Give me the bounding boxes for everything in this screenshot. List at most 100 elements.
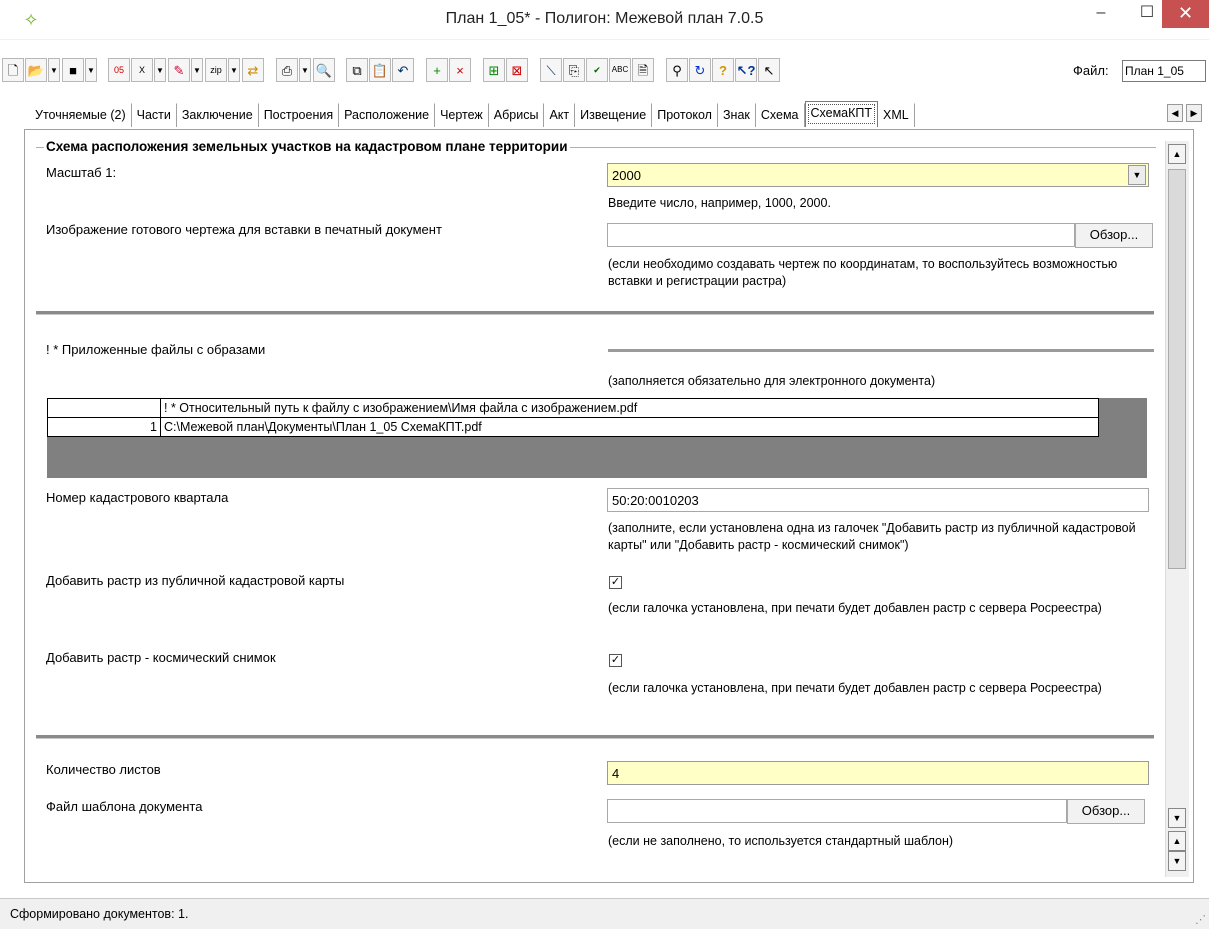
vertical-scrollbar[interactable]: ▲ ▼ ▲ ▼ xyxy=(1165,141,1189,877)
template-label: Файл шаблона документа xyxy=(46,799,203,814)
new-icon[interactable]: 🗋 xyxy=(2,58,24,82)
add-part-icon[interactable]: ⊞ xyxy=(483,58,505,82)
cadastral-number-field[interactable]: 50:20:0010203 xyxy=(607,488,1149,512)
scroll-down-icon[interactable]: ▼ xyxy=(1168,808,1186,828)
table-row[interactable]: 1 C:\Межевой план\Документы\План 1_05 Сх… xyxy=(47,417,1099,437)
tab-bar: Уточняемые (2) Части Заключение Построения Р… xyxy=(30,101,915,129)
scroll-page-down-icon[interactable]: ▼ xyxy=(1168,851,1186,871)
chevron-down-icon[interactable]: ▼ xyxy=(1128,165,1146,185)
group-title: Схема расположения земельных участков на… xyxy=(44,139,570,154)
tab-scroll-left-icon[interactable]: ◀ xyxy=(1167,104,1183,122)
image-hint: (если необходимо создавать чертеж по коо… xyxy=(608,257,1118,288)
xml-icon[interactable]: X xyxy=(131,58,153,82)
separator xyxy=(36,735,1154,739)
tab-5[interactable]: Расположение xyxy=(339,103,436,127)
separator xyxy=(36,311,1154,315)
window-title: План 1_05* - Полигон: Межевой план 7.0.5 xyxy=(445,10,764,27)
template-browse-button[interactable]: Обзор... xyxy=(1067,799,1145,824)
attached-files-separator xyxy=(608,349,1154,352)
cadastral-label: Номер кадастрового квартала xyxy=(46,490,229,505)
tab-6[interactable]: Чертеж xyxy=(435,103,489,127)
satellite-hint: (если галочка установлена, при печати бу… xyxy=(608,681,1102,695)
refresh-icon[interactable]: ↻ xyxy=(689,58,711,82)
zip-dropdown-icon[interactable]: ▼ xyxy=(228,58,240,82)
print-dropdown-icon[interactable]: ▼ xyxy=(299,58,311,82)
template-hint: (если не заполнено, то используется стан… xyxy=(608,834,954,848)
attached-files-grid[interactable]: ! * Относительный путь к файлу с изображ… xyxy=(47,398,1147,478)
line-icon[interactable]: ⟍ xyxy=(540,58,562,82)
tab-2[interactable]: Части xyxy=(131,103,177,127)
minimize-button[interactable]: – xyxy=(1078,0,1124,28)
sheets-count-field[interactable]: 4 xyxy=(607,761,1149,785)
context-help-icon[interactable]: ↖? xyxy=(735,58,757,82)
file-label: Файл: xyxy=(1073,63,1109,78)
save-icon[interactable]: ■ xyxy=(62,58,84,82)
pkk-hint: (если галочка установлена, при печати бу… xyxy=(608,601,1102,615)
tab-7[interactable]: Абрисы xyxy=(488,103,545,127)
satellite-label: Добавить растр - космический снимок xyxy=(46,650,276,665)
save-dropdown-icon[interactable]: ▼ xyxy=(85,58,97,82)
attached-files-label: ! * Приложенные файлы с образами xyxy=(46,342,266,357)
zip-icon[interactable]: zip xyxy=(205,58,227,82)
delete-icon[interactable]: × xyxy=(449,58,471,82)
grid-cell-path[interactable]: C:\Межевой план\Документы\План 1_05 Схем… xyxy=(160,417,1099,437)
copy-doc-icon[interactable]: ⎘ xyxy=(563,58,585,82)
tab-scroll-right-icon[interactable]: ▶ xyxy=(1186,104,1202,122)
grid-header-row: ! * Относительный путь к файлу с изображ… xyxy=(47,398,1099,418)
preview-icon[interactable]: 🔍 xyxy=(313,58,335,82)
tab-11[interactable]: Знак xyxy=(717,103,756,127)
image-label: Изображение готового чертежа для вставки… xyxy=(46,222,442,237)
tab-4[interactable]: Построения xyxy=(258,103,340,127)
spell-icon[interactable]: ABC xyxy=(609,58,631,82)
document-icon[interactable]: 🗎 xyxy=(632,58,654,82)
status-text: Сформировано документов: 1. xyxy=(10,907,189,921)
tab-14[interactable]: XML xyxy=(878,103,915,127)
sheets-label: Количество листов xyxy=(46,762,161,777)
swap-icon[interactable]: ⇄ xyxy=(242,58,264,82)
file-name-field[interactable]: План 1_05 xyxy=(1122,60,1206,82)
grid-row-number: 1 xyxy=(47,417,161,437)
scroll-thumb[interactable] xyxy=(1168,169,1186,569)
pointer-icon[interactable]: ↖ xyxy=(758,58,780,82)
tab-8[interactable]: Акт xyxy=(544,103,576,127)
resize-grip-icon[interactable]: ⋰ xyxy=(1195,913,1206,926)
grid-column-header[interactable]: ! * Относительный путь к файлу с изображ… xyxy=(160,398,1099,418)
scale-combobox[interactable]: 2000 xyxy=(607,163,1149,187)
edit-icon[interactable]: ✎ xyxy=(168,58,190,82)
tab-1[interactable]: Уточняемые (2) xyxy=(30,103,132,127)
pkk-checkbox[interactable]: ✓ xyxy=(609,576,622,589)
xml-check-icon[interactable]: ✔ xyxy=(586,58,608,82)
template-path-field[interactable] xyxy=(607,799,1067,823)
scroll-page-up-icon[interactable]: ▲ xyxy=(1168,831,1186,851)
title-bar: ✧ План 1_05* - Полигон: Межевой план 7.0… xyxy=(0,0,1209,40)
paste-icon[interactable]: 📋 xyxy=(369,58,391,82)
undo-icon[interactable]: ↶ xyxy=(392,58,414,82)
edit-dropdown-icon[interactable]: ▼ xyxy=(191,58,203,82)
status-bar: Сформировано документов: 1. ⋰ xyxy=(0,898,1209,929)
pkk-label: Добавить растр из публичной кадастровой … xyxy=(46,573,345,588)
tab-10[interactable]: Протокол xyxy=(652,103,718,127)
tab-3[interactable]: Заключение xyxy=(176,103,259,127)
xml-05-icon[interactable]: 05 xyxy=(108,58,130,82)
tab-9[interactable]: Извещение xyxy=(575,103,653,127)
satellite-checkbox[interactable]: ✓ xyxy=(609,654,622,667)
xml-dropdown-icon[interactable]: ▼ xyxy=(154,58,166,82)
cadastral-hint: (заполните, если установлена одна из гал… xyxy=(608,521,1136,552)
print-icon[interactable]: ⎙ xyxy=(276,58,298,82)
image-path-field[interactable] xyxy=(607,223,1075,247)
tab-13[interactable]: СхемаКПТ xyxy=(804,101,879,127)
copy-icon[interactable]: ⧉ xyxy=(346,58,368,82)
remove-part-icon[interactable]: ⊠ xyxy=(506,58,528,82)
attached-files-hint: (заполняется обязательно для электронног… xyxy=(608,374,936,388)
search-icon[interactable]: ⚲ xyxy=(666,58,688,82)
open-icon[interactable]: 📂 xyxy=(25,58,47,82)
close-button[interactable]: ✕ xyxy=(1162,0,1209,28)
scroll-up-icon[interactable]: ▲ xyxy=(1168,144,1186,164)
scale-hint: Введите число, например, 1000, 2000. xyxy=(608,196,831,210)
scale-label: Масштаб 1: xyxy=(46,165,117,180)
help-icon[interactable]: ? xyxy=(712,58,734,82)
tab-12[interactable]: Схема xyxy=(755,103,805,127)
add-icon[interactable]: + xyxy=(426,58,448,82)
open-dropdown-icon[interactable]: ▼ xyxy=(48,58,60,82)
image-browse-button[interactable]: Обзор... xyxy=(1075,223,1153,248)
